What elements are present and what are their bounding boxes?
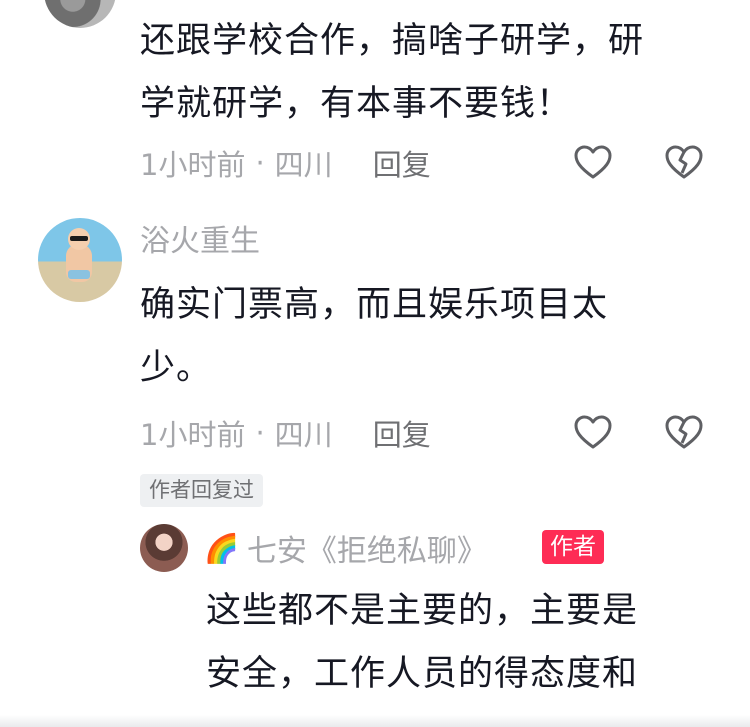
avatar-shorts xyxy=(68,270,90,279)
reply-author-row: 🌈 七安《拒绝私聊》 xyxy=(204,526,487,570)
user-avatar[interactable] xyxy=(38,218,122,302)
comment-meta: 1小时前 · 四川 回复 xyxy=(140,143,431,183)
avatar-sunglasses xyxy=(70,236,88,241)
comment-time: 1小时前 xyxy=(140,148,246,182)
reply-text-line: 这些都不是主要的，主要是 xyxy=(206,591,639,631)
dislike-button[interactable] xyxy=(664,413,704,453)
comment-text-line: 学就研学，有本事不要钱！ xyxy=(140,84,573,124)
reply-button[interactable]: 回复 xyxy=(373,412,431,454)
broken-heart-icon xyxy=(665,145,703,179)
comment-location: 四川 xyxy=(274,418,333,452)
comment-meta: 1小时前 · 四川 回复 xyxy=(140,413,431,453)
dislike-button[interactable] xyxy=(664,143,704,183)
broken-heart-icon xyxy=(665,415,703,449)
heart-outline-icon xyxy=(574,145,612,179)
comment-text-line: 少。 xyxy=(140,348,213,388)
heart-outline-icon xyxy=(574,415,612,449)
user-avatar[interactable] xyxy=(44,0,116,28)
rainbow-icon: 🌈 xyxy=(204,531,239,565)
comment-time: 1小时前 xyxy=(140,418,246,452)
comment-username[interactable]: 浴火重生 xyxy=(140,222,260,262)
bottom-divider xyxy=(0,715,750,727)
comment-location: 四川 xyxy=(274,148,333,182)
meta-separator: · xyxy=(255,146,265,180)
reply-button[interactable]: 回复 xyxy=(373,142,431,184)
author-badge: 作者 xyxy=(542,530,604,564)
comment-text-line: 确实门票高，而且娱乐项目太 xyxy=(140,285,609,325)
author-replied-tag: 作者回复过 xyxy=(140,474,263,507)
like-button[interactable] xyxy=(573,413,613,453)
reply-text-line: 安全，工作人员的得态度和 xyxy=(206,654,639,694)
author-avatar[interactable] xyxy=(140,524,188,572)
like-button[interactable] xyxy=(573,143,613,183)
reply-username[interactable]: 七安《拒绝私聊》 xyxy=(247,526,487,570)
comment-text-line: 还跟学校合作，搞啥子研学，研 xyxy=(140,21,645,61)
meta-separator: · xyxy=(255,416,265,450)
